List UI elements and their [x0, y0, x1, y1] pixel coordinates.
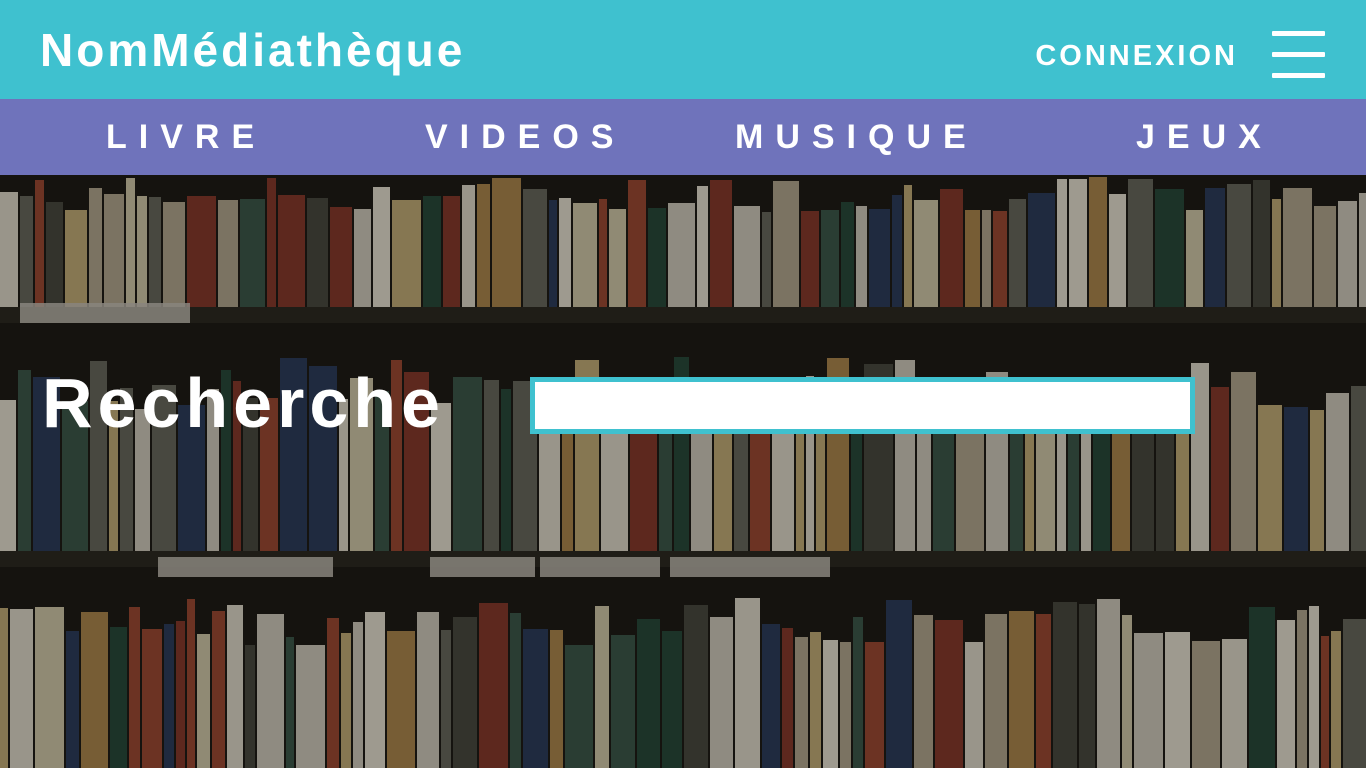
- search-label: Recherche: [42, 364, 445, 442]
- nav-item-jeux[interactable]: JEUX: [1136, 116, 1273, 158]
- category-nav: LIVRE VIDEOS MUSIQUE JEUX: [0, 99, 1366, 175]
- search-input[interactable]: [530, 377, 1195, 434]
- nav-item-livre[interactable]: LIVRE: [106, 116, 266, 158]
- hamburger-menu-icon[interactable]: [1272, 31, 1325, 78]
- login-link[interactable]: CONNEXION: [1035, 38, 1238, 74]
- nav-item-musique[interactable]: MUSIQUE: [735, 116, 978, 158]
- top-header: NomMédiathèque CONNEXION: [0, 0, 1366, 99]
- site-brand[interactable]: NomMédiathèque: [40, 22, 465, 78]
- nav-item-videos[interactable]: VIDEOS: [425, 116, 625, 158]
- bookshelf-background-image: [0, 175, 1366, 768]
